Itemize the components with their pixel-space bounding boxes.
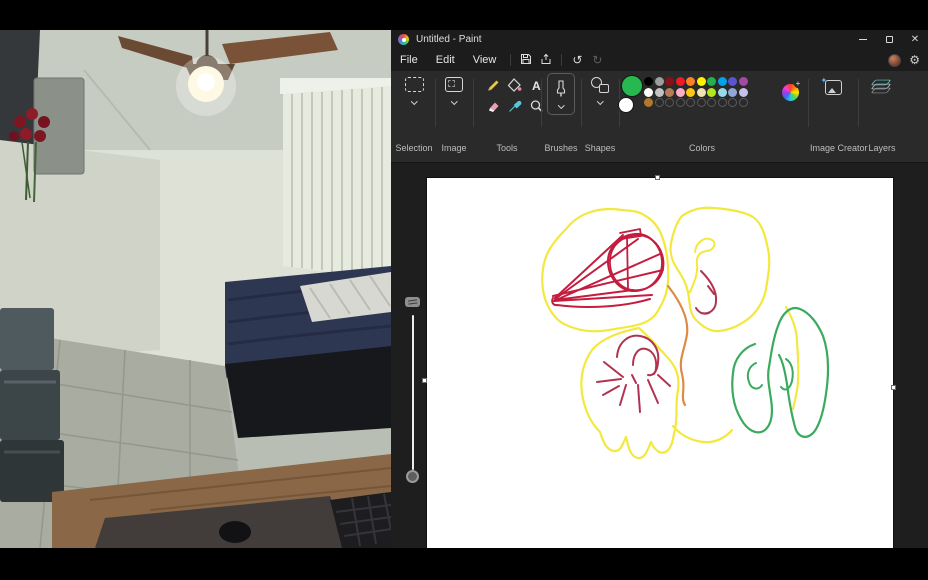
color-swatch[interactable] xyxy=(739,77,748,86)
background-color-well[interactable] xyxy=(618,97,634,113)
drawing-stroke xyxy=(617,336,658,374)
menu-view[interactable]: View xyxy=(464,51,506,69)
save-icon[interactable] xyxy=(516,53,536,68)
webcam-feed xyxy=(0,30,391,548)
color-swatch[interactable] xyxy=(728,77,737,86)
empty-color-slot[interactable] xyxy=(697,98,706,107)
drawing-stroke xyxy=(597,362,670,412)
freehand-drawing xyxy=(427,178,893,577)
screenshot-stage: Untitled - Paint ✕ File Edit View ↺ ↻ ⚙ xyxy=(0,0,928,580)
color-swatch[interactable] xyxy=(728,88,737,97)
drawing-stroke xyxy=(581,328,678,458)
undo-icon[interactable]: ↺ xyxy=(567,53,587,67)
divider xyxy=(510,54,511,66)
paint-app-icon xyxy=(398,34,409,45)
color-swatch[interactable] xyxy=(655,88,664,97)
color-swatch[interactable] xyxy=(739,88,748,97)
drawing-stroke xyxy=(542,209,668,331)
letterbox-top xyxy=(0,0,928,30)
drawing-canvas[interactable] xyxy=(427,178,893,577)
workspace xyxy=(391,163,928,548)
empty-color-slot[interactable] xyxy=(665,98,674,107)
divider xyxy=(858,79,859,127)
colors-label: Colors xyxy=(647,143,757,153)
share-icon[interactable] xyxy=(536,53,556,68)
empty-color-slot[interactable] xyxy=(676,98,685,107)
canvas-handle-right[interactable] xyxy=(891,385,896,390)
minimize-icon xyxy=(859,39,867,40)
color-swatch[interactable] xyxy=(718,77,727,86)
edit-colors-wheel[interactable] xyxy=(782,84,799,101)
color-swatch[interactable] xyxy=(644,98,653,107)
color-swatch[interactable] xyxy=(697,88,706,97)
empty-color-slot[interactable] xyxy=(728,98,737,107)
color-swatch[interactable] xyxy=(707,77,716,86)
room-placeholder xyxy=(0,30,391,548)
color-swatch[interactable] xyxy=(686,88,695,97)
maximize-icon xyxy=(886,36,893,43)
image-creator-label: Image Creator xyxy=(810,143,856,153)
image-creator-icon: ✦ xyxy=(825,80,842,95)
empty-color-slot[interactable] xyxy=(718,98,727,107)
paint-window: Untitled - Paint ✕ File Edit View ↺ ↻ ⚙ xyxy=(391,30,928,548)
drawing-stroke xyxy=(633,349,656,376)
image-creator-group[interactable]: ✦ Image Creator xyxy=(810,71,856,163)
drawing-stroke xyxy=(732,308,828,437)
color-swatch[interactable] xyxy=(655,77,664,86)
layers-icon xyxy=(873,78,891,94)
size-slider[interactable] xyxy=(401,293,425,493)
drawing-stroke xyxy=(671,208,770,331)
color-swatch[interactable] xyxy=(644,77,653,86)
settings-gear-icon[interactable]: ⚙ xyxy=(909,53,920,67)
maximize-button[interactable] xyxy=(876,30,902,49)
layers-group[interactable]: Layers xyxy=(860,71,904,163)
color-palette xyxy=(644,77,754,113)
title-bar: Untitled - Paint ✕ xyxy=(391,30,928,49)
layers-label: Layers xyxy=(860,143,904,153)
drawing-stroke xyxy=(748,363,762,389)
redo-icon: ↻ xyxy=(587,53,607,67)
color-swatch[interactable] xyxy=(707,88,716,97)
color-swatch[interactable] xyxy=(718,88,727,97)
divider xyxy=(808,79,809,127)
color-swatch[interactable] xyxy=(676,77,685,86)
empty-color-slot[interactable] xyxy=(686,98,695,107)
colors-group: Colors xyxy=(391,71,811,163)
close-button[interactable]: ✕ xyxy=(902,30,928,49)
ribbon-toolbar: Selection Image A xyxy=(391,71,928,163)
menubar-right: ⚙ xyxy=(888,53,928,67)
divider xyxy=(561,54,562,66)
empty-color-slot[interactable] xyxy=(739,98,748,107)
empty-color-slot[interactable] xyxy=(707,98,716,107)
sparkle-icon: ✦ xyxy=(821,76,828,85)
menu-bar: File Edit View ↺ ↻ ⚙ xyxy=(391,49,928,71)
color-swatch[interactable] xyxy=(665,77,674,86)
drawing-stroke xyxy=(552,295,652,307)
color-swatch[interactable] xyxy=(644,88,653,97)
drawing-stroke xyxy=(696,271,716,314)
color-swatch[interactable] xyxy=(697,77,706,86)
empty-color-slot[interactable] xyxy=(655,98,664,107)
menu-edit[interactable]: Edit xyxy=(427,51,464,69)
color-swatch[interactable] xyxy=(676,88,685,97)
canvas-handle-top[interactable] xyxy=(655,175,660,180)
mouse xyxy=(219,521,251,543)
foreground-color-well[interactable] xyxy=(621,75,643,97)
window-blinds xyxy=(283,86,391,280)
color-swatch[interactable] xyxy=(665,88,674,97)
drawing-stroke xyxy=(673,426,732,442)
minimize-button[interactable] xyxy=(850,30,876,49)
slider-size-icon xyxy=(405,297,420,307)
letterbox-bottom xyxy=(0,548,928,580)
slider-track[interactable] xyxy=(412,315,414,470)
menu-file[interactable]: File xyxy=(391,51,427,69)
window-title: Untitled - Paint xyxy=(416,34,850,45)
color-swatch[interactable] xyxy=(686,77,695,86)
drawing-stroke xyxy=(610,235,664,290)
account-avatar[interactable] xyxy=(888,54,901,67)
slider-thumb[interactable] xyxy=(406,470,419,483)
